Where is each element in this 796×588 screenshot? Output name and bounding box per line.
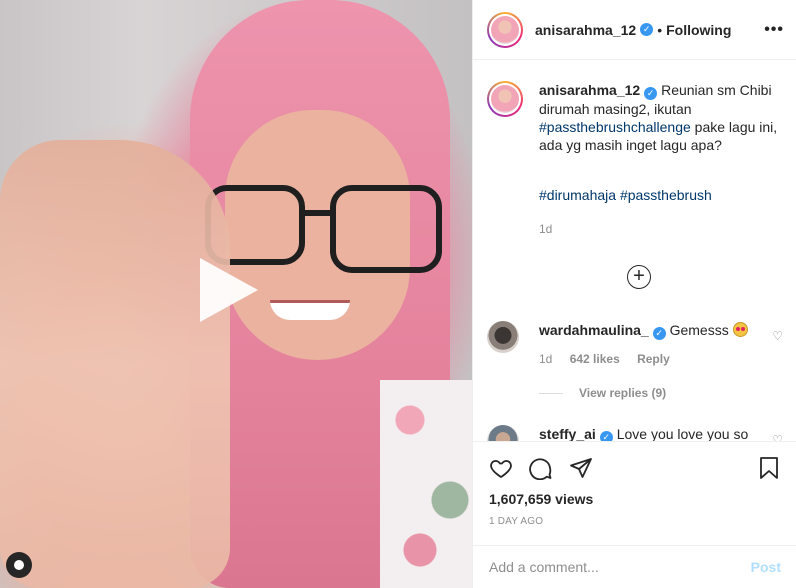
caption-time: 1d [539,222,553,236]
video-frame-blouse [380,380,472,588]
caption-username[interactable]: anisarahma_12 [539,82,640,98]
more-icon[interactable]: ••• [764,21,784,39]
video-frame-hand [0,140,230,588]
comment-text: Love you love you so [612,426,749,441]
post-button[interactable]: Post [751,559,781,575]
action-icons [489,454,781,482]
video-frame-glasses-bridge [300,210,334,216]
comment-time: 1d [539,352,553,366]
view-replies-label[interactable]: View replies (9) [579,386,666,400]
video-frame-smile [270,300,350,320]
comment-meta: 1d 642 likes Reply [539,350,764,368]
video-frame-glasses-right [330,185,442,273]
post-header: anisarahma_12 ✓ • Following ••• [473,0,796,60]
post-date[interactable]: 1 DAY AGO [489,516,781,527]
add-comment-bar: Add a comment... Post [473,545,796,588]
caption-text: anisarahma_12 ✓ Reunian sm Chibi dirumah … [539,81,779,238]
caption: anisarahma_12 ✓ Reunian sm Chibi dirumah … [473,61,796,238]
comment-avatar[interactable] [487,425,519,441]
view-replies-button[interactable]: View replies (9) [539,386,666,400]
replies-line [539,392,563,394]
comment-username[interactable]: steffy_ai [539,426,596,441]
comment-item: wardahmaulina_ ✓ Gemesss 1d 642 likes Rep… [487,321,787,368]
post-actions: 1,607,659 views 1 DAY AGO [473,441,796,527]
heart-icon[interactable] [489,456,513,480]
following-button[interactable]: Following [666,22,731,38]
post-side-panel: anisarahma_12 ✓ • Following ••• anisarah… [472,0,796,588]
caption-hashtags[interactable]: #dirumahaja #passthebrush [539,186,779,204]
verified-icon: ✓ [599,431,613,441]
comment-likes[interactable]: 642 likes [570,352,620,366]
save-icon[interactable] [757,456,781,480]
caption-avatar[interactable] [487,81,523,117]
comments-section[interactable]: anisarahma_12 ✓ Reunian sm Chibi dirumah … [473,61,796,441]
comment-icon[interactable] [529,456,553,480]
verified-icon: ✓ [640,23,654,36]
verified-icon: ✓ [644,87,658,100]
comment-item: steffy_ai ✓ Love you love you so ♡ [487,425,787,441]
share-icon[interactable] [569,456,593,480]
emoji-icon [732,322,748,337]
comment-text: Gemesss [665,322,729,338]
comment-username[interactable]: wardahmaulina_ [539,322,649,338]
view-count[interactable]: 1,607,659 views [489,491,781,507]
add-comments-icon[interactable]: + [627,265,651,289]
author-avatar[interactable] [487,11,523,48]
separator-dot: • [657,21,663,38]
play-icon[interactable] [200,258,258,322]
heart-icon[interactable]: ♡ [772,329,783,343]
video-player[interactable] [0,0,472,588]
reply-button[interactable]: Reply [637,352,670,366]
author-username[interactable]: anisarahma_12 [535,22,636,38]
verified-icon: ✓ [652,327,666,340]
heart-icon[interactable]: ♡ [772,433,783,441]
media-profile-icon[interactable] [6,552,32,578]
comment-input[interactable]: Add a comment... [489,559,599,575]
comment-avatar[interactable] [487,321,519,353]
caption-hashtag-link[interactable]: #passthebrushchallenge [539,119,691,135]
